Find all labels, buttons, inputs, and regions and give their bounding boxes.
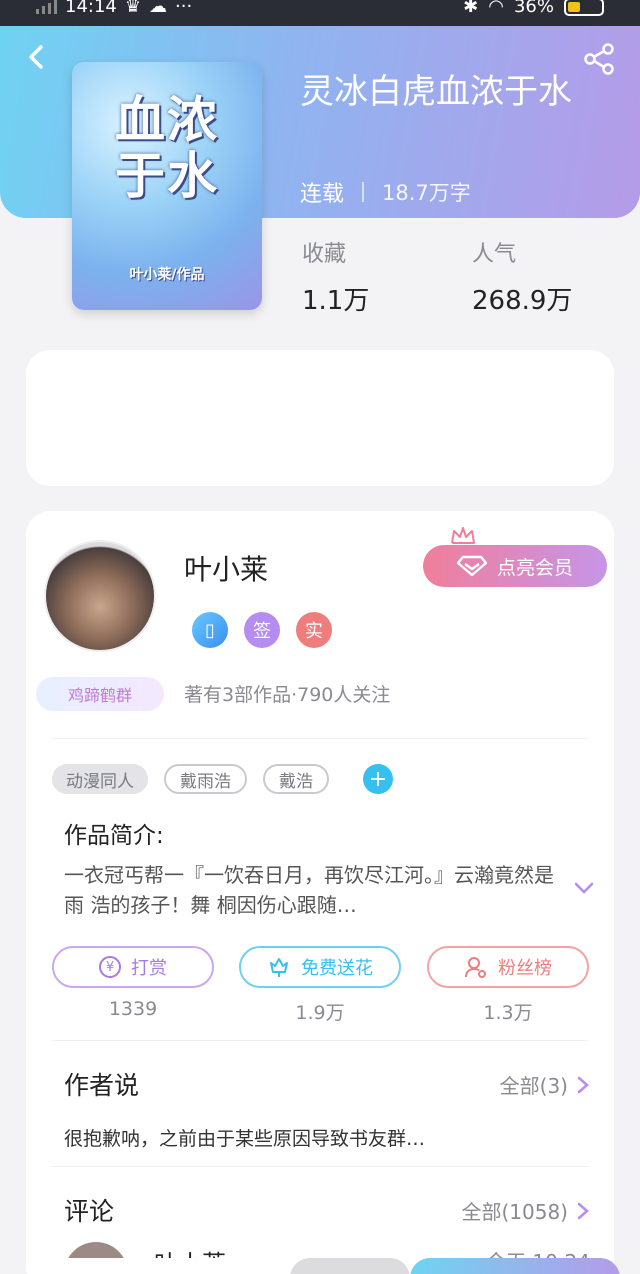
serial-status: 连载 [300,182,345,207]
author-name[interactable]: 叶小莱 [184,548,268,588]
chevron-right-icon [577,1202,589,1219]
meta-divider [362,182,365,202]
wifi-icon: ◠ [488,0,504,17]
popularity-value: 268.9万 [472,286,573,316]
banner-card[interactable] [26,350,614,486]
popularity-label: 人气 [472,242,517,267]
battery-percent: 36% [513,0,554,17]
author-badges: ▯ 签 实 [192,612,332,648]
battery-icon [564,0,604,16]
bottom-action-left[interactable] [32,1258,288,1274]
comments-more-label: 全部(1058) [461,1200,568,1224]
yen-icon: ¥ [99,956,121,978]
fan-ranking-button[interactable]: 粉丝榜 [427,946,589,988]
tag-item[interactable]: 戴浩 [263,764,329,794]
bottom-action-middle[interactable] [290,1258,410,1274]
author-says-text[interactable]: 很抱歉呐，之前由于某些原因导致书友群… [64,1124,425,1151]
author-avatar[interactable] [44,540,156,652]
status-time: 14:14 [65,0,117,17]
realname-badge: 实 [296,612,332,648]
app-notification-icon: ♛ [124,0,142,17]
reward-label: 打赏 [131,958,167,979]
crown-icon [451,527,475,544]
intro-title: 作品简介: [64,823,164,849]
word-count: 18.7万字 [382,181,471,205]
divider [52,1040,588,1041]
fan-group-badge[interactable]: 鸡蹄鹤群 [36,677,164,711]
message-icon: ☁ [149,0,168,17]
popularity-stat: 人气 268.9万 [472,236,572,317]
fan-ranking-label: 粉丝榜 [498,958,552,979]
signed-badge: 签 [244,612,280,648]
chevron-down-icon[interactable] [572,876,596,900]
author-says-more-label: 全部(3) [499,1074,568,1098]
fan-ranking-count: 1.3万 [483,1002,533,1024]
tag-item[interactable]: 戴雨浩 [164,764,247,794]
favorites-stat: 收藏 1.1万 [302,236,369,317]
more-dots-icon: ··· [175,0,193,17]
diamond-icon [456,555,487,577]
flower-icon [270,958,288,977]
book-title: 灵冰白虎血浓于水 [300,72,572,112]
bottom-action-read[interactable] [410,1258,620,1274]
cover-author: 叶小莱/作品 [129,267,205,283]
back-arrow-icon[interactable] [22,42,52,72]
flower-count: 1.9万 [295,1002,345,1024]
author-says-more[interactable]: 全部(3) [500,1070,590,1099]
author-says-title: 作者说 [64,1071,140,1100]
divider [52,1166,588,1167]
user-icon [465,957,486,978]
tag-list: 动漫同人 戴雨浩 戴浩 + [52,764,393,794]
intro-text: 一衣冠丐帮一『一饮吞日月，再饮尽江河。』云瀚竟然是雨 浩的孩子！舞 桐因伤心跟随… [64,863,554,917]
chevron-right-icon [577,1076,589,1093]
divider [52,738,588,739]
bluetooth-icon: ✱ [463,0,479,17]
signal-icon [36,0,57,14]
tag-item[interactable]: 动漫同人 [52,764,148,794]
vip-button[interactable]: 点亮会员 [423,545,607,587]
favorites-value: 1.1万 [302,286,370,316]
add-tag-icon[interactable]: + [363,764,393,794]
status-bar: 14:14 ♛ ☁ ··· ✱ ◠ 36% [0,0,640,26]
reward-button[interactable]: ¥ 打赏 [52,946,214,988]
cover-title-art: 血浓于水 [115,90,219,205]
comments-title: 评论 [64,1197,115,1226]
send-flower-button[interactable]: 免费送花 [239,946,401,988]
comments-more[interactable]: 全部(1058) [461,1196,590,1225]
send-flower-label: 免费送花 [301,958,373,979]
favorites-label: 收藏 [302,242,347,267]
vip-button-label: 点亮会员 [496,556,573,579]
book-meta: 连载 18.7万字 [300,176,471,208]
author-works-followers: 著有3部作品·790人关注 [184,684,391,706]
phone-verified-icon: ▯ [192,612,228,648]
reward-count: 1339 [108,998,158,1020]
book-cover[interactable]: 血浓于水 叶小莱/作品 [72,62,262,310]
